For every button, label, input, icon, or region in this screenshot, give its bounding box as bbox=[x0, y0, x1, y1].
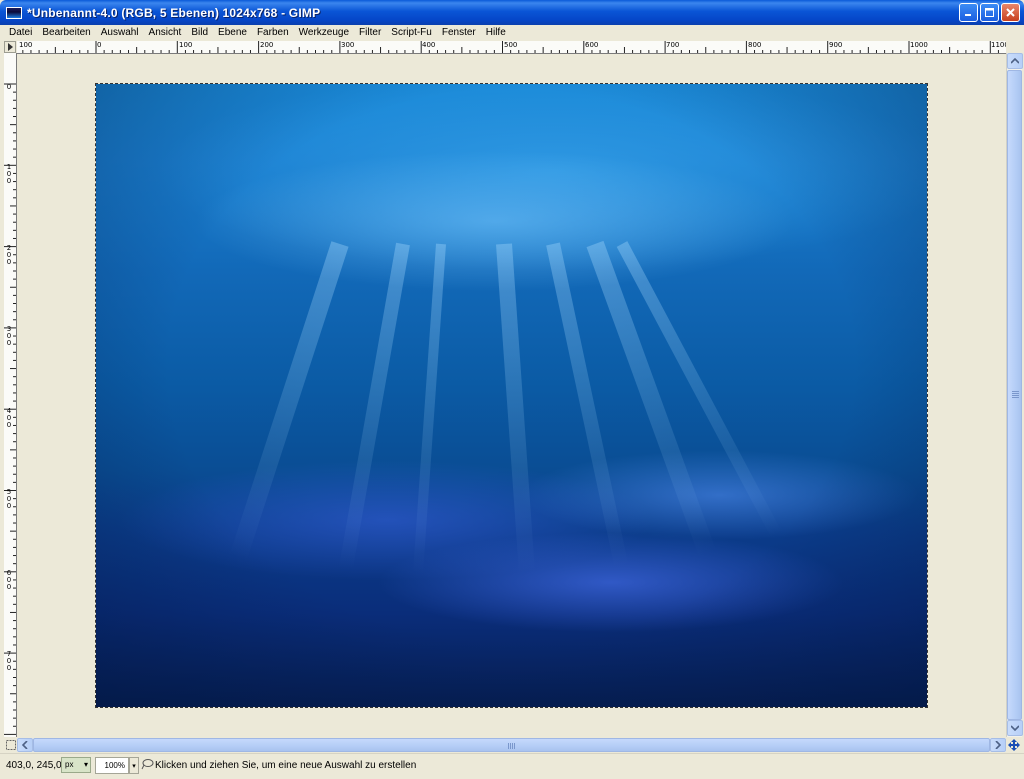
minimize-icon bbox=[965, 14, 971, 16]
vertical-ruler-ticks bbox=[4, 83, 16, 735]
ruler-v-label: 200 bbox=[6, 244, 12, 266]
zoom-dropdown-button[interactable]: ▾ bbox=[129, 757, 139, 774]
menu-ebene[interactable]: Ebene bbox=[213, 25, 252, 40]
unit-select[interactable]: px ▾ bbox=[61, 757, 91, 773]
menu-script-fu[interactable]: Script-Fu bbox=[386, 25, 437, 40]
zoom-value: 100% bbox=[104, 761, 125, 770]
menu-fenster[interactable]: Fenster bbox=[437, 25, 481, 40]
underwater-image[interactable] bbox=[95, 83, 928, 708]
pointer-coordinates: 403,0, 245,0 bbox=[6, 760, 62, 771]
ruler-v-label: 700 bbox=[6, 650, 12, 672]
ruler-h-label: 1100 bbox=[991, 41, 1006, 49]
ruler-h-label: 800 bbox=[748, 41, 762, 49]
vertical-scroll-thumb[interactable] bbox=[1007, 70, 1022, 720]
menu-bearbeiten[interactable]: Bearbeiten bbox=[37, 25, 95, 40]
menu-ansicht[interactable]: Ansicht bbox=[144, 25, 187, 40]
scroll-right-button[interactable] bbox=[990, 738, 1006, 752]
ruler-v-label: 600 bbox=[6, 569, 12, 591]
ruler-end-cap bbox=[1007, 41, 1021, 53]
ruler-h-label: 300 bbox=[341, 41, 355, 49]
window-controls bbox=[959, 3, 1020, 22]
ruler-h-label: 700 bbox=[666, 41, 680, 49]
menu-filter[interactable]: Filter bbox=[354, 25, 386, 40]
ruler-h-label: 900 bbox=[829, 41, 843, 49]
gimp-image-icon bbox=[6, 6, 22, 19]
close-icon bbox=[1006, 8, 1015, 17]
vertical-ruler[interactable]: 0 100 200 300 400 500 600 700 bbox=[4, 53, 17, 737]
menu-hilfe[interactable]: Hilfe bbox=[481, 25, 511, 40]
arrow-down-icon bbox=[1011, 725, 1019, 731]
scroll-down-button[interactable] bbox=[1007, 720, 1023, 736]
quick-mask-toggle[interactable] bbox=[4, 738, 18, 752]
ruler-h-label: 200 bbox=[260, 41, 274, 49]
ruler-h-label: 100 bbox=[179, 41, 193, 49]
image-vignette bbox=[96, 84, 927, 707]
window-title: *Unbenannt-4.0 (RGB, 5 Ebenen) 1024x768 … bbox=[27, 5, 321, 20]
ruler-v-label: 0 bbox=[6, 83, 12, 91]
ruler-h-label: 1000 bbox=[910, 41, 928, 49]
vertical-scrollbar[interactable] bbox=[1006, 53, 1023, 737]
ruler-h-label: 100 bbox=[19, 41, 33, 49]
ruler-h-label: 0 bbox=[97, 41, 102, 49]
horizontal-scroll-thumb[interactable] bbox=[33, 738, 990, 752]
menu-bild[interactable]: Bild bbox=[186, 25, 213, 40]
arrow-left-icon bbox=[22, 741, 28, 749]
menu-werkzeuge[interactable]: Werkzeuge bbox=[294, 25, 354, 40]
arrow-up-icon bbox=[1011, 58, 1019, 64]
horizontal-scrollbar[interactable] bbox=[17, 738, 1006, 752]
ruler-h-label: 600 bbox=[585, 41, 599, 49]
zoom-input[interactable]: 100% bbox=[95, 757, 129, 774]
menu-farben[interactable]: Farben bbox=[252, 25, 294, 40]
maximize-icon bbox=[985, 8, 994, 17]
move-arrows-icon bbox=[1008, 739, 1020, 751]
ruler-v-label: 500 bbox=[6, 488, 12, 510]
ruler-v-label: 100 bbox=[6, 163, 12, 185]
minimize-button[interactable] bbox=[959, 3, 978, 22]
close-button[interactable] bbox=[1001, 3, 1020, 22]
title-bar[interactable]: *Unbenannt-4.0 (RGB, 5 Ebenen) 1024x768 … bbox=[0, 0, 1024, 25]
menu-auswahl[interactable]: Auswahl bbox=[96, 25, 144, 40]
horizontal-ruler[interactable]: 100 0 100 200 300 400 500 600 700 800 90… bbox=[17, 41, 1006, 54]
quick-mask-icon bbox=[6, 740, 16, 750]
arrow-right-icon bbox=[995, 741, 1001, 749]
unit-value: px bbox=[65, 760, 74, 769]
status-bar: 403,0, 245,0 px ▾ 100% ▾ Klicken und zie… bbox=[0, 753, 1024, 779]
ruler-h-label: 400 bbox=[422, 41, 436, 49]
menu-bar: Datei Bearbeiten Auswahl Ansicht Bild Eb… bbox=[0, 25, 1024, 40]
scroll-left-button[interactable] bbox=[17, 738, 33, 752]
chevron-down-icon: ▾ bbox=[83, 760, 88, 769]
ruler-h-label: 500 bbox=[504, 41, 518, 49]
navigate-button[interactable] bbox=[1006, 738, 1022, 752]
image-menu-button[interactable] bbox=[4, 41, 16, 53]
ruler-v-label: 400 bbox=[6, 407, 12, 429]
maximize-button[interactable] bbox=[980, 3, 999, 22]
chevron-down-icon: ▾ bbox=[132, 762, 136, 770]
lasso-hint-icon bbox=[141, 758, 154, 773]
arrow-right-icon bbox=[8, 43, 13, 51]
status-hint: Klicken und ziehen Sie, um eine neue Aus… bbox=[155, 760, 417, 771]
scroll-up-button[interactable] bbox=[1007, 53, 1023, 69]
ruler-v-label: 300 bbox=[6, 325, 12, 347]
menu-datei[interactable]: Datei bbox=[0, 25, 37, 40]
